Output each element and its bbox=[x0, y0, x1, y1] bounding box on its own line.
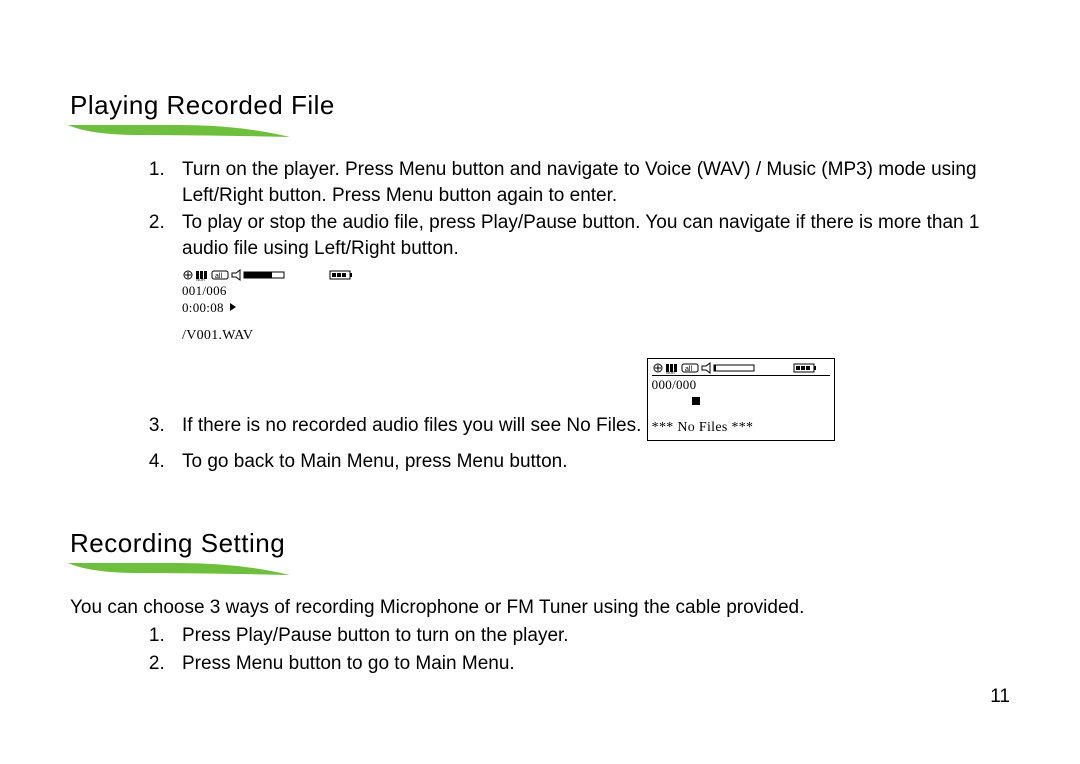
svg-text:NOR: NOR bbox=[196, 277, 205, 282]
lcd-time-value: 0:00:08 bbox=[182, 300, 224, 315]
rec-step-1-text: Press Play/Pause button to turn on the p… bbox=[182, 625, 569, 646]
heading-underline-swoosh-2 bbox=[70, 561, 1010, 585]
rec-step-2: Press Menu button to go to Main Menu. bbox=[170, 651, 1010, 677]
lcd-screenshot-nofiles: NOR all 000/000 bbox=[647, 358, 835, 441]
stop-icon bbox=[692, 397, 700, 405]
svg-text:all: all bbox=[215, 273, 222, 280]
section-recording-setting: Recording Setting You can choose 3 ways … bbox=[70, 528, 1010, 676]
rec-step-1: Press Play/Pause button to turn on the p… bbox=[170, 623, 1010, 649]
step-2: To play or stop the audio file, press Pl… bbox=[170, 210, 1010, 345]
svg-text:NOR: NOR bbox=[666, 370, 675, 375]
step-4: To go back to Main Menu, press Menu butt… bbox=[170, 449, 1010, 475]
playing-steps-list: Turn on the player. Press Menu button an… bbox=[130, 157, 1010, 474]
step-3-text: If there is no recorded audio files you … bbox=[182, 415, 641, 436]
heading-underline-swoosh bbox=[70, 123, 1010, 147]
step-1: Turn on the player. Press Menu button an… bbox=[170, 157, 1010, 208]
recording-steps-list: Press Play/Pause button to turn on the p… bbox=[130, 623, 1010, 676]
heading-recording-setting: Recording Setting bbox=[70, 528, 1010, 559]
lcd-status-bar: NOR all bbox=[182, 268, 372, 282]
page-number: 11 bbox=[990, 686, 1010, 708]
lcd-status-bar-2: NOR all bbox=[652, 361, 830, 375]
lcd-elapsed-time: 0:00:08 bbox=[182, 299, 372, 317]
step-1-text: Turn on the player. Press Menu button an… bbox=[182, 159, 977, 206]
recording-intro: You can choose 3 ways of recording Micro… bbox=[70, 595, 1010, 621]
manual-page: Playing Recorded File Turn on the player… bbox=[0, 0, 1080, 764]
play-icon bbox=[230, 303, 236, 311]
lcd-no-files-message: *** No Files *** bbox=[652, 419, 830, 438]
heading-playing-recorded-file: Playing Recorded File bbox=[70, 90, 1010, 121]
lcd-file-counter: 001/006 bbox=[182, 282, 372, 300]
lcd-filename: /V001.WAV bbox=[182, 327, 372, 346]
svg-text:all: all bbox=[685, 366, 692, 373]
rec-step-2-text: Press Menu button to go to Main Menu. bbox=[182, 653, 515, 674]
lcd-screenshot-playing: NOR all bbox=[182, 268, 372, 346]
step-3: If there is no recorded audio files you … bbox=[170, 352, 1010, 447]
step-2-text: To play or stop the audio file, press Pl… bbox=[182, 212, 979, 259]
lcd-file-counter-2: 000/000 bbox=[652, 375, 830, 394]
step-4-text: To go back to Main Menu, press Menu butt… bbox=[182, 451, 568, 472]
